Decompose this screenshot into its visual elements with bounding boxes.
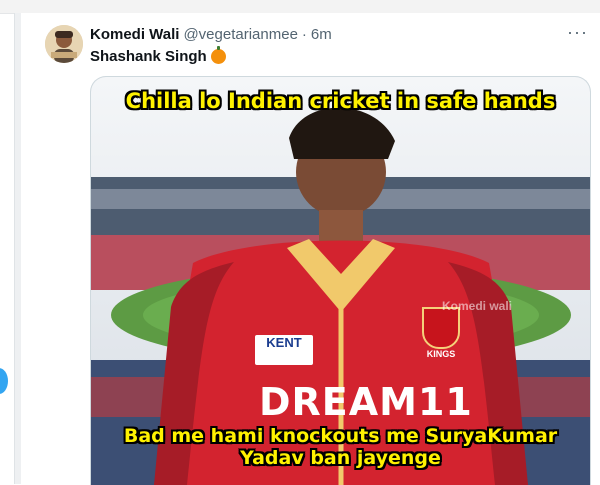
edge-action-circle[interactable] [0, 368, 8, 394]
tweet-media[interactable]: KENT KINGS Komedi wali DREAM11 Chilla lo… [90, 76, 591, 485]
avatar-image [45, 25, 83, 63]
kings-shield-icon [422, 307, 460, 349]
watermark: Komedi wali [442, 299, 513, 313]
bottom-caption: Bad me hami knockouts me SuryaKumar Yada… [91, 425, 590, 469]
more-options-icon[interactable]: ··· [567, 22, 588, 43]
separator-dot: · [301, 26, 307, 43]
author-handle[interactable]: @vegetarianmee [183, 26, 297, 43]
tweet-text-content: Shashank Singh [90, 48, 207, 65]
bottom-caption-line-2: Yadav ban jayenge [240, 447, 441, 469]
kings-logo: KINGS [421, 307, 461, 359]
timestamp[interactable]: 6m [311, 26, 332, 43]
kent-logo: KENT [255, 335, 313, 365]
bottom-caption-line-1: Bad me hami knockouts me SuryaKumar [123, 425, 558, 447]
avatar[interactable] [45, 25, 83, 63]
pumpkin-icon [210, 46, 226, 64]
tweet-header: Komedi Wali @vegetarianmee · 6m [90, 26, 332, 46]
timeline-rail [14, 13, 21, 484]
tweet-text: Shashank Singh [90, 46, 226, 65]
top-divider-strip [0, 0, 600, 14]
jersey-sponsor: DREAM11 [259, 380, 473, 424]
top-caption: Chilla lo Indian cricket in safe hands [125, 89, 556, 113]
tweet-card[interactable]: Komedi Wali @vegetarianmee · 6m ··· Shas… [21, 13, 600, 485]
kings-logo-label: KINGS [426, 349, 456, 359]
author-name[interactable]: Komedi Wali [90, 26, 179, 43]
